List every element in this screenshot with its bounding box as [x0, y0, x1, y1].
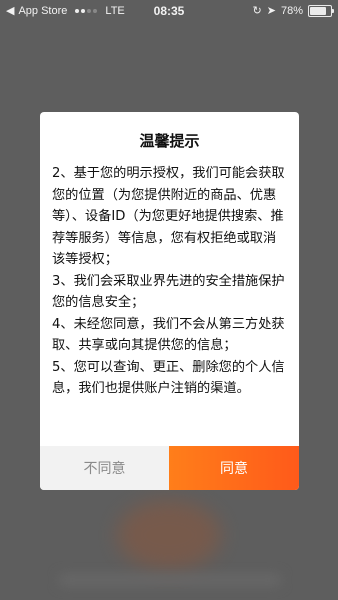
decline-button[interactable]: 不同意: [40, 446, 169, 490]
privacy-dialog: 温馨提示 2、基于您的明示授权，我们可能会获取您的位置（为您提供附近的商品、优惠…: [40, 112, 299, 490]
location-icon: ➤: [266, 5, 276, 17]
agree-button[interactable]: 同意: [169, 446, 299, 490]
dialog-item: 2、基于您的明示授权，我们可能会获取您的位置（为您提供附近的商品、优惠等）、设备…: [52, 166, 285, 267]
battery-icon: [308, 4, 334, 17]
battery-tip: [332, 8, 334, 13]
background-footer: [60, 575, 280, 585]
battery-fill: [310, 6, 326, 15]
dialog-title: 温馨提示: [139, 132, 200, 150]
background-logo: [117, 500, 221, 570]
dialog-item: 5、您可以查询、更正、删除您的个人信息，我们也提供账户注销的渠道。: [52, 359, 285, 397]
rotation-lock-icon: ↻: [252, 5, 262, 17]
status-right: ↻ ➤ 78%: [252, 4, 334, 17]
dialog-item: 3、我们会采取业界先进的安全措施保护您的信息安全；: [52, 273, 285, 311]
dialog-item: 4、未经您同意，我们不会从第三方处获取、共享或向其提供您的信息；: [52, 316, 285, 354]
status-bar: ◀ App Store LTE 08:35 ↻ ➤ 78%: [0, 0, 338, 22]
dialog-actions: 不同意 同意: [40, 446, 299, 490]
battery-percent: 78%: [280, 4, 303, 17]
dialog-body: 2、基于您的明示授权，我们可能会获取您的位置（为您提供附近的商品、优惠等）、设备…: [52, 163, 288, 400]
